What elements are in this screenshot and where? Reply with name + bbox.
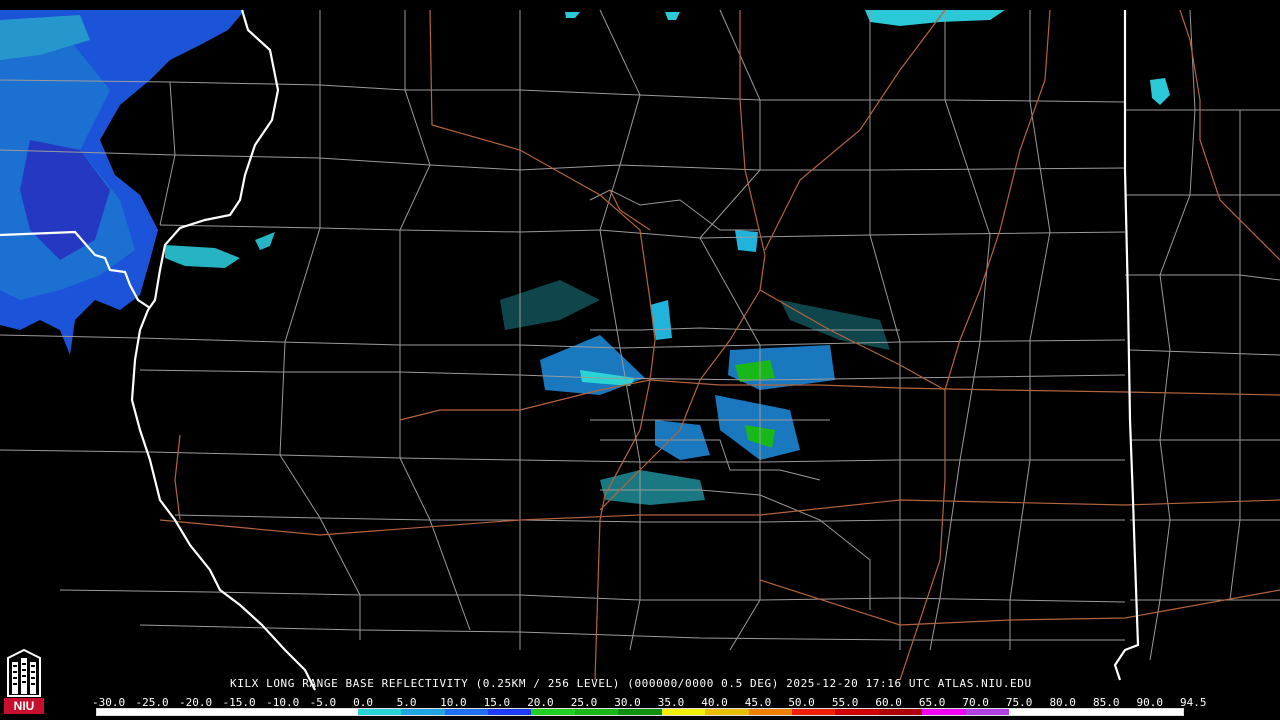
legend-swatch: [835, 709, 879, 715]
legend-color-bar: [96, 708, 1184, 716]
niu-logo-icon: NIU: [2, 646, 46, 716]
legend-swatch: [965, 709, 1010, 715]
legend-swatch: [531, 709, 575, 715]
radar-map: [0, 0, 1280, 720]
legend-swatch: [878, 709, 923, 715]
legend-swatch: [140, 709, 184, 715]
legend-swatch: [1139, 709, 1183, 715]
legend-swatch: [1052, 709, 1097, 715]
legend-swatch: [97, 709, 141, 715]
legend-labels: -30.0 -25.0 -20.0 -15.0 -10.0 -5.0 0.0 5.0 10.0 1…: [90, 696, 1207, 709]
legend-swatch: [401, 709, 445, 715]
legend-swatch: [227, 709, 271, 715]
legend-swatch: [357, 709, 402, 715]
product-caption: KILX LONG RANGE BASE REFLECTIVITY (0.25K…: [230, 677, 1032, 690]
legend-swatch: [748, 709, 792, 715]
legend-swatch: [922, 709, 966, 715]
map-background: [0, 0, 1280, 720]
legend-swatch: [487, 709, 532, 715]
legend-swatch: [1096, 709, 1140, 715]
legend-swatch: [792, 709, 836, 715]
legend-swatch: [574, 709, 619, 715]
legend-swatch: [1009, 709, 1053, 715]
legend-swatch: [270, 709, 315, 715]
legend-swatch: [705, 709, 749, 715]
legend-swatch: [661, 709, 706, 715]
legend-swatch: [444, 709, 488, 715]
legend-swatch: [618, 709, 662, 715]
legend-swatch: [183, 709, 228, 715]
logo-text: NIU: [14, 699, 35, 713]
legend-swatch: [314, 709, 358, 715]
